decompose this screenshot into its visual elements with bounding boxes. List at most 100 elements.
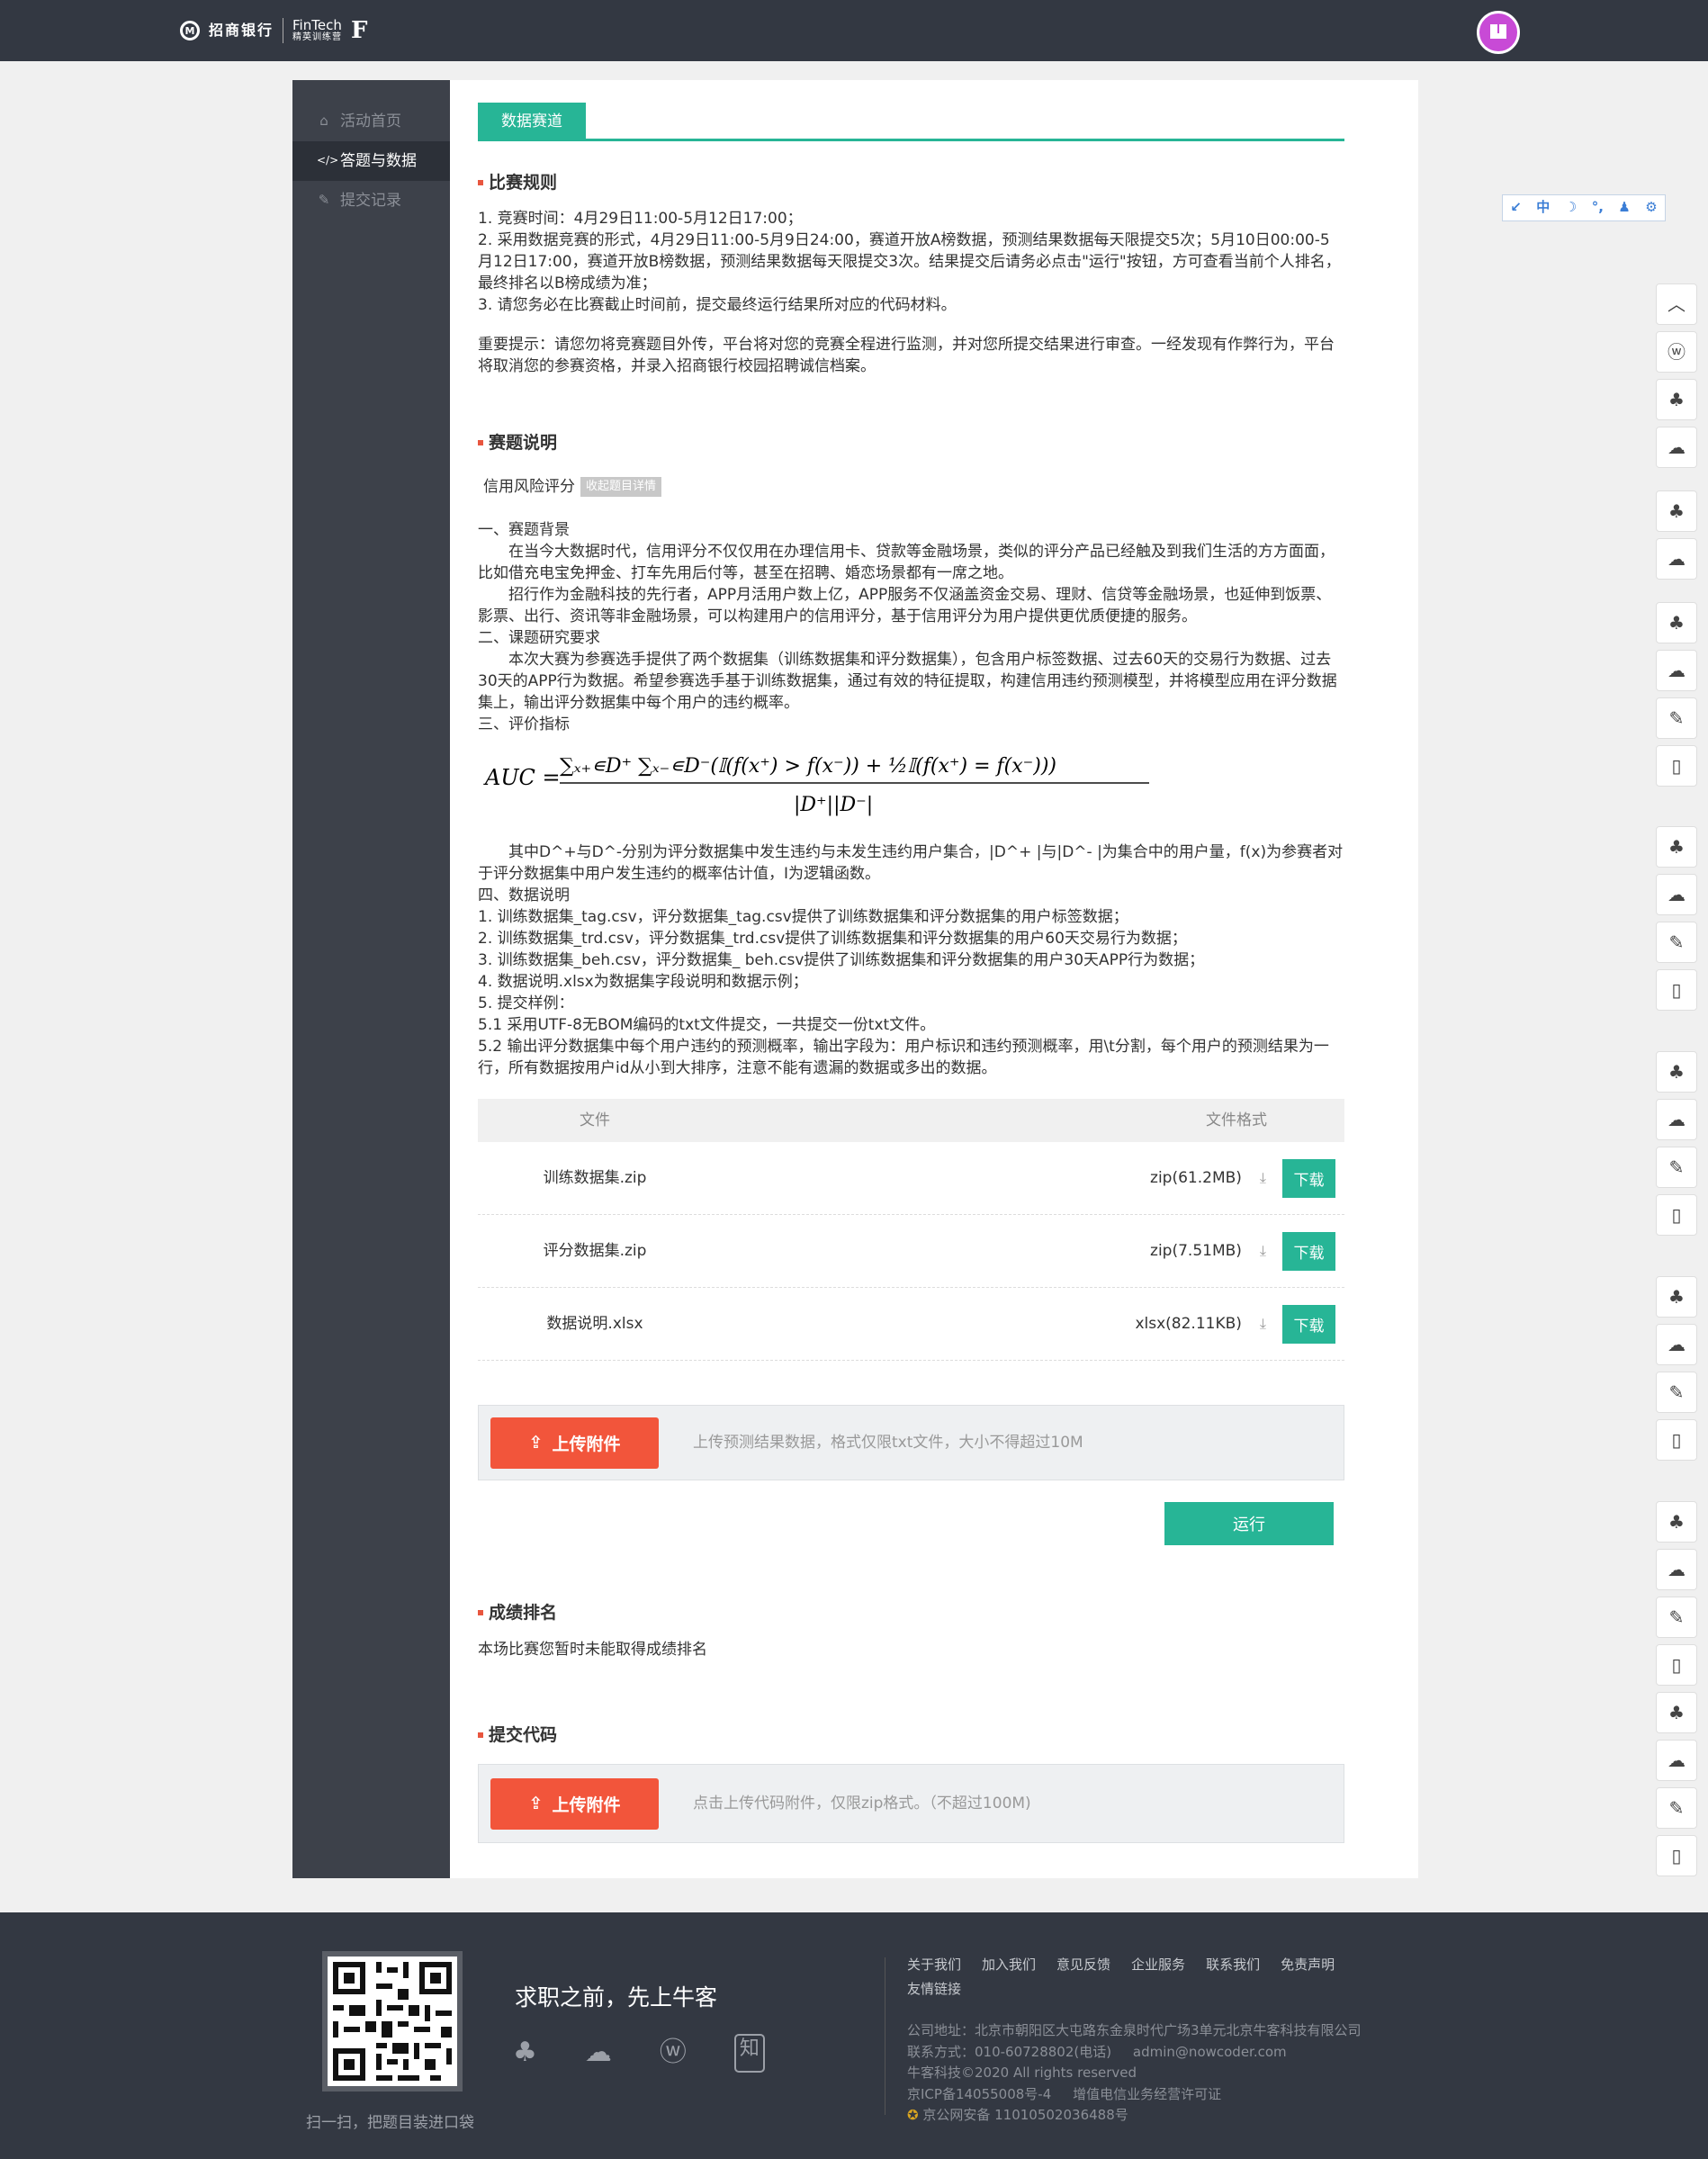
qq-icon[interactable]: ♣: [1656, 826, 1697, 868]
desc-paragraph: 招行作为金融科技的先行者，APP月活用户数上亿，APP服务不仅涵盖资金交易、理财…: [478, 586, 1332, 625]
wechat-icon[interactable]: ☁: [585, 2034, 612, 2073]
pointer-icon[interactable]: ↙: [1510, 198, 1522, 217]
topic-line: 信用风险评分 收起题目详情: [483, 476, 1350, 498]
mobile-icon[interactable]: ▯: [1656, 1194, 1697, 1236]
back-to-top-button[interactable]: ︿: [1656, 283, 1697, 325]
upload-result-button[interactable]: ⇪ 上传附件: [490, 1417, 659, 1469]
result-upload-area: ⇪ 上传附件 上传预测结果数据，格式仅限txt文件，大小不得超过10M: [478, 1405, 1344, 1480]
desc-paragraph: 其中D^+与D^-分别为评分数据集中发生违约与未发生违约用户集合，|D^+ |与…: [478, 843, 1344, 883]
qr-caption: 扫一扫，把题目装进口袋: [306, 2114, 474, 2132]
data-line: 2. 训练数据集_trd.csv，评分数据集_trd.csv提供了训练数据集和评…: [478, 930, 1187, 948]
footer-link-join[interactable]: 加入我们: [982, 1956, 1036, 1975]
icp-license[interactable]: 京ICP备14055008号-4 增值电信业务经营许可证: [907, 2084, 1362, 2106]
download-button[interactable]: 下载: [1282, 1158, 1335, 1198]
wechat-icon[interactable]: ☁: [1656, 1549, 1697, 1590]
mobile-icon[interactable]: ▯: [1656, 1644, 1697, 1686]
wechat-icon[interactable]: ☁: [1656, 1324, 1697, 1365]
mobile-icon[interactable]: ▯: [1656, 1419, 1697, 1461]
code-upload-area: ⇪ 上传附件 点击上传代码附件，仅限zip格式。（不超过100M): [478, 1764, 1344, 1843]
qq-icon[interactable]: ♣: [1656, 1276, 1697, 1318]
desc-heading: 三、评价指标: [478, 715, 570, 733]
mobile-icon[interactable]: ▯: [1656, 745, 1697, 787]
company-address: 公司地址：北京市朝阳区大屯路东金泉时代广场3单元北京牛客科技有限公司: [907, 2022, 1362, 2038]
user-avatar[interactable]: [1477, 11, 1520, 54]
footer-link-friends[interactable]: 友情链接: [907, 1980, 961, 1999]
edit-icon[interactable]: ✎: [1656, 1787, 1697, 1829]
settings-icon[interactable]: ⚙: [1645, 198, 1657, 217]
weibo-icon[interactable]: ⓦ: [1656, 331, 1697, 373]
wechat-icon[interactable]: ☁: [1656, 874, 1697, 915]
edit-icon[interactable]: ✎: [1656, 922, 1697, 963]
data-line: 3. 训练数据集_beh.csv，评分数据集_ beh.csv提供了训练数据集和…: [478, 951, 1205, 969]
sample-line: 5.2 输出评分数据集中每个用户违约的预测概率，输出字段为：用户标识和违约预测概…: [478, 1038, 1329, 1077]
qq-icon[interactable]: ♣: [1656, 379, 1697, 420]
collapse-details-button[interactable]: 收起题目详情: [580, 477, 662, 497]
wechat-icon[interactable]: ☁: [1656, 650, 1697, 691]
download-button[interactable]: 下载: [1282, 1304, 1335, 1344]
rules-title: 比赛规则: [478, 171, 557, 195]
sample-line: 5.1 采用UTF-8无BOM编码的txt文件提交，一共提交一份txt文件。: [478, 1016, 936, 1034]
qr-code: [322, 1951, 463, 2092]
sidebar-item-submissions[interactable]: ✎ 提交记录: [292, 181, 450, 220]
qq-icon[interactable]: ♣: [1656, 1692, 1697, 1733]
chinese-input-icon[interactable]: 中: [1536, 198, 1550, 217]
svg-text:AUC =: AUC =: [483, 765, 561, 790]
download-button[interactable]: 下载: [1282, 1231, 1335, 1271]
upload-code-button[interactable]: ⇪ 上传附件: [490, 1777, 659, 1830]
sidebar-item-answer-data[interactable]: </> 答题与数据: [292, 141, 450, 181]
desc-heading: 一、赛题背景: [478, 521, 570, 539]
wechat-icon[interactable]: ☁: [1656, 1740, 1697, 1781]
ranking-title: 成绩排名: [478, 1601, 557, 1625]
edit-icon[interactable]: ✎: [1656, 697, 1697, 739]
mobile-icon[interactable]: ▯: [1656, 1835, 1697, 1876]
qr-code-image: [328, 1957, 457, 2086]
footer-link-contact[interactable]: 联系我们: [1206, 1956, 1260, 1975]
file-size: zip(7.51MB): [1150, 1241, 1242, 1260]
site-logo[interactable]: M 招商银行 FinTech 精英训练营 F: [180, 14, 367, 48]
police-record[interactable]: ✪ 京公网安备 11010502036488号: [907, 2105, 1362, 2127]
sidebar-item-home[interactable]: ⌂ 活动首页: [292, 102, 450, 141]
download-icon[interactable]: ⤓: [1260, 1241, 1266, 1262]
desc-heading: 二、课题研究要求: [478, 629, 600, 647]
edit-icon[interactable]: ✎: [1656, 1372, 1697, 1413]
footer-link-enterprise[interactable]: 企业服务: [1131, 1956, 1185, 1975]
zhihu-icon[interactable]: 知: [733, 2034, 765, 2073]
mobile-icon[interactable]: ▯: [1656, 969, 1697, 1011]
user-icon[interactable]: ♟: [1618, 198, 1630, 217]
sidebar-item-label: 活动首页: [340, 112, 401, 130]
svg-text:|D⁺||D⁻|: |D⁺||D⁻|: [794, 794, 873, 816]
upload-icon: ⇪: [528, 1794, 544, 1813]
file-size: zip(61.2MB): [1150, 1168, 1242, 1187]
moon-icon[interactable]: ☽: [1565, 198, 1577, 217]
wechat-icon[interactable]: ☁: [1656, 538, 1697, 580]
edit-icon[interactable]: ✎: [1656, 1597, 1697, 1638]
rule-line: 3. 请您务必在比赛截止时间前，提交最终运行结果所对应的代码材料。: [478, 296, 957, 314]
file-name: 数据说明.xlsx: [546, 1314, 643, 1333]
wechat-icon[interactable]: ☁: [1656, 1099, 1697, 1140]
svg-text:∑ₓ₊∊D⁺ ∑ₓ₋∊D⁻(𝕀(f(x⁺) > f(x⁻): ∑ₓ₊∊D⁺ ∑ₓ₋∊D⁻(𝕀(f(x⁺) > f(x⁻)) + ½𝕀(f(x⁺…: [560, 755, 1056, 778]
download-icon[interactable]: ⤓: [1260, 1168, 1266, 1189]
bank-logo-icon: M: [180, 21, 200, 41]
punctuation-icon[interactable]: °,: [1592, 198, 1604, 217]
qq-icon[interactable]: ♣: [1656, 490, 1697, 532]
tab-data-track[interactable]: 数据赛道: [478, 103, 586, 141]
edit-icon[interactable]: ✎: [1656, 1147, 1697, 1188]
bank-name: 招商银行: [209, 22, 274, 40]
wechat-icon[interactable]: ☁: [1656, 427, 1697, 468]
desc-text-1: 一、赛题背景 在当今大数据时代，信用评分不仅仅用在办理信用卡、贷款等金融场景，类…: [478, 519, 1344, 735]
sidebar: ⌂ 活动首页 </> 答题与数据 ✎ 提交记录: [292, 80, 450, 1878]
qq-icon[interactable]: ♣: [1656, 1501, 1697, 1543]
qq-icon[interactable]: ♣: [1656, 1051, 1697, 1093]
footer-link-disclaimer[interactable]: 免责声明: [1281, 1956, 1335, 1975]
desc-text-2: 其中D^+与D^-分别为评分数据集中发生违约与未发生违约用户集合，|D^+ |与…: [478, 841, 1344, 1079]
qq-icon[interactable]: ♣: [1656, 602, 1697, 643]
footer-link-about[interactable]: 关于我们: [907, 1956, 961, 1975]
footer-link-feedback[interactable]: 意见反馈: [1056, 1956, 1110, 1975]
run-button[interactable]: 运行: [1164, 1502, 1334, 1545]
qq-icon[interactable]: ♣: [513, 2034, 537, 2073]
file-table-header: 文件 文件格式: [478, 1099, 1344, 1142]
top-bar: M 招商银行 FinTech 精英训练营 F: [0, 0, 1708, 61]
weibo-icon[interactable]: ⓦ: [660, 2034, 687, 2073]
file-name: 评分数据集.zip: [543, 1241, 647, 1260]
download-icon[interactable]: ⤓: [1260, 1314, 1266, 1335]
